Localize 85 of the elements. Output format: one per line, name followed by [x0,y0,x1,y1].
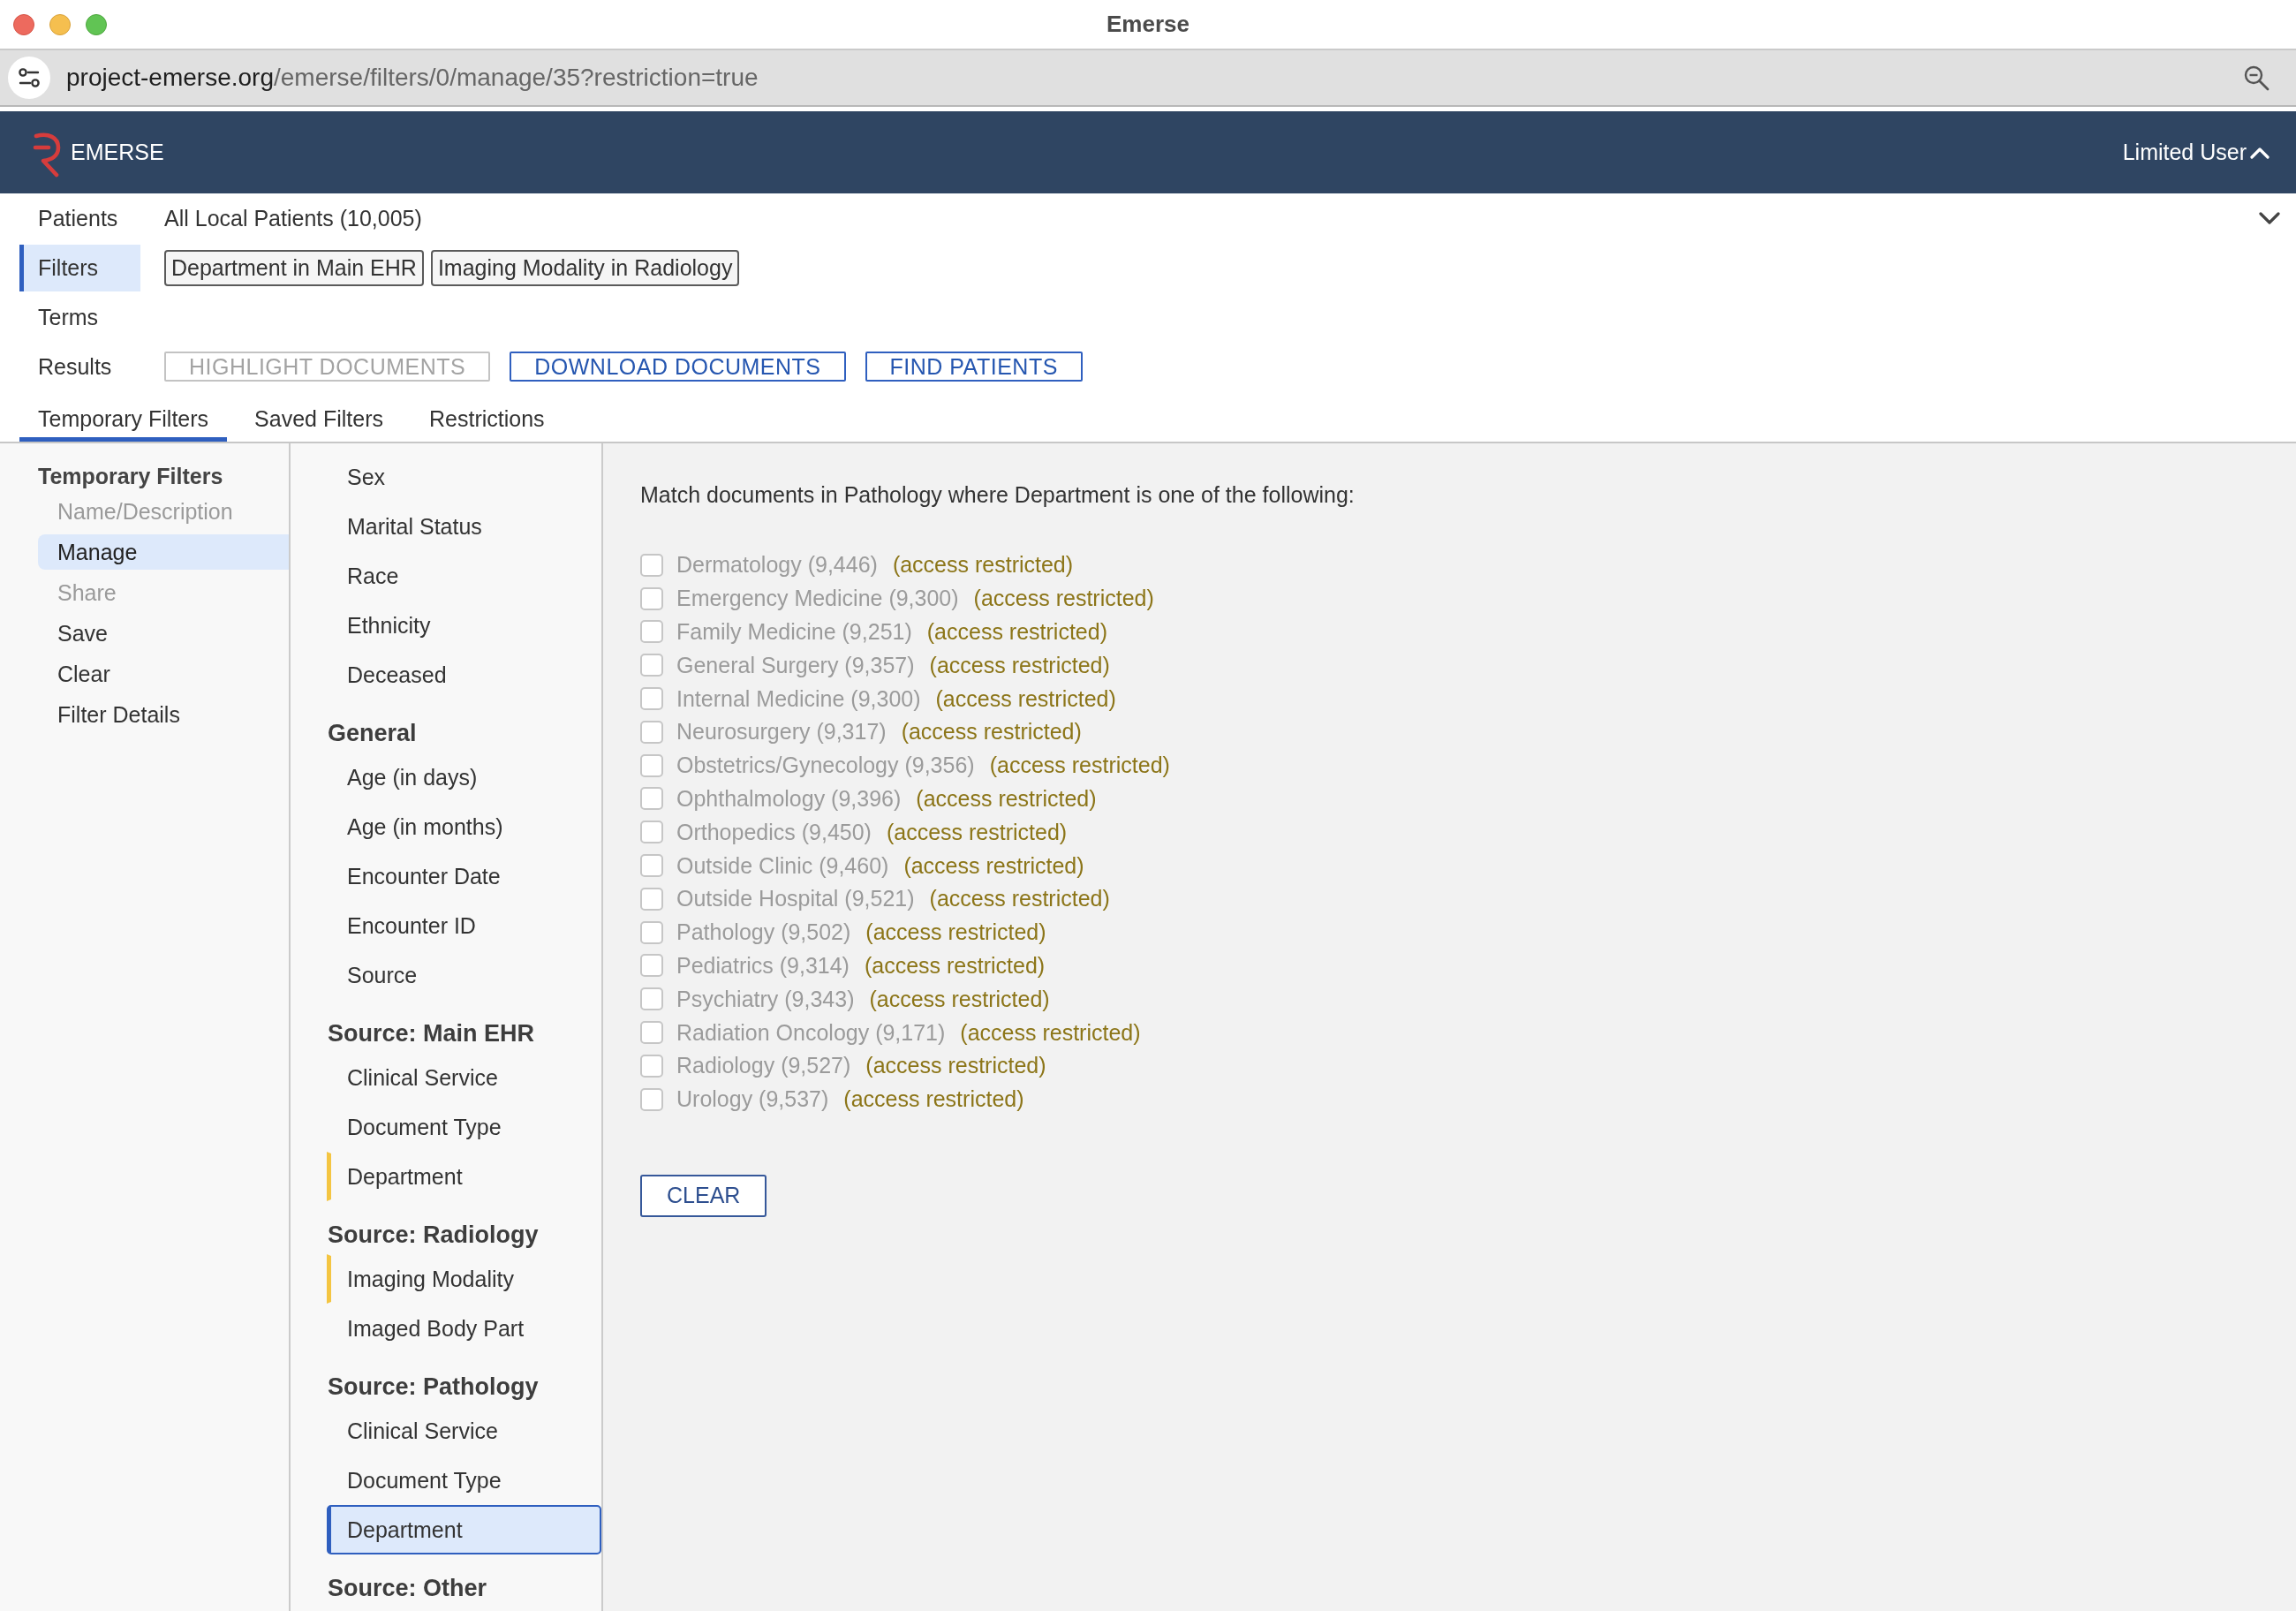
access-note: (access restricted) [865,1053,1046,1079]
option-label: Internal Medicine (9,300) [676,685,921,712]
access-note: (access restricted) [935,685,1116,712]
clear-button[interactable]: CLEAR [640,1174,767,1217]
field-group-heading: Source: Radiology [327,1221,540,1250]
access-note: (access restricted) [929,652,1110,678]
field-group-heading: Source: Pathology [327,1373,540,1402]
sliders-icon[interactable] [8,57,50,99]
option-label: Urology (9,537) [676,1086,829,1113]
option-label: Outside Clinic (9,460) [676,852,889,879]
caret-up-icon [2250,146,2270,159]
option-label: Family Medicine (9,251) [676,619,912,645]
window-close-button[interactable] [13,13,34,35]
brand-name: EMERSE [71,140,164,165]
window-zoom-button[interactable] [86,13,107,35]
access-note: (access restricted) [973,586,1154,612]
sidebar-item[interactable]: Manage [38,534,289,570]
sidebar-item[interactable]: Filter Details [38,697,289,732]
option-label: Obstetrics/Gynecology (9,356) [676,753,975,779]
query-nav-item[interactable]: Filters [19,244,140,291]
field-list-item[interactable]: Document Type [327,1102,601,1152]
field-list-item[interactable]: Age (in days) [327,753,601,802]
zoom-out-icon[interactable] [2243,64,2270,91]
logo-icon[interactable] [33,132,61,178]
url-text[interactable]: project-emerse.org/emerse/filters/0/manage/35?restriction=true [66,64,759,92]
access-note: (access restricted) [916,785,1097,812]
filter-description: Match documents in Pathology where Department is one of the following: [640,481,1356,508]
window-minimize-button[interactable] [49,13,71,35]
field-group-heading: Source: Other [327,1574,488,1603]
option-label: Pathology (9,502) [676,919,851,946]
access-note: (access restricted) [901,719,1082,745]
field-list-item[interactable]: Clinical Service [327,1406,601,1456]
field-list-item[interactable]: Clinical Service [327,1053,601,1102]
access-note: (access restricted) [929,886,1110,912]
field-group-heading: Source: Main EHR [327,1019,536,1048]
sidebar-item[interactable]: Save [38,616,289,651]
field-list-item[interactable]: Deceased [327,650,601,700]
option-label: Psychiatry (9,343) [676,986,855,1012]
field-group-heading: General [327,719,418,748]
user-menu-button[interactable]: Limited User [2122,140,2270,165]
option-label: Radiation Oncology (9,171) [676,1019,946,1046]
filter-tab[interactable]: Saved Filters [236,391,402,442]
option-label: Neurosurgery (9,317) [676,719,887,745]
patient-set-label[interactable]: All Local Patients (10,005) [164,205,422,231]
field-list-item[interactable]: Sex [327,452,601,502]
option-label: Ophthalmology (9,396) [676,785,902,812]
field-list-item[interactable]: Marital Status [327,502,601,551]
access-note: (access restricted) [843,1086,1024,1113]
sidebar-heading: Temporary Filters [37,463,224,490]
field-list-item[interactable]: Document Type [327,1456,601,1505]
filter-tab[interactable]: Restrictions [411,391,563,442]
results-action-button[interactable]: DOWNLOAD DOCUMENTS [510,352,846,382]
query-nav-item[interactable]: Results [19,343,140,390]
field-list-item[interactable]: Department [327,1505,601,1554]
access-note: (access restricted) [892,552,1074,579]
query-nav-item[interactable]: Patients [19,194,140,242]
field-list-item[interactable]: Imaged Body Part [327,1304,601,1353]
field-list-item[interactable]: Ethnicity [327,601,601,650]
filter-chip[interactable]: Department in Main EHR [164,249,424,286]
option-label: Emergency Medicine (9,300) [676,586,959,612]
option-label: Dermatology (9,446) [676,552,878,579]
access-note: (access restricted) [865,919,1046,946]
option-label: Pediatrics (9,314) [676,952,850,979]
access-note: (access restricted) [960,1019,1141,1046]
field-list-item[interactable]: Encounter Date [327,851,601,901]
access-note: (access restricted) [926,619,1107,645]
filter-chip[interactable]: Imaging Modality in Radiology [430,249,740,286]
sidebar-item[interactable]: Clear [38,656,289,692]
access-note: (access restricted) [903,852,1084,879]
field-list-item[interactable]: Encounter ID [327,901,601,950]
option-label: Outside Hospital (9,521) [676,886,915,912]
field-list-item[interactable]: Age (in months) [327,802,601,851]
access-note: (access restricted) [989,753,1170,779]
query-nav-item[interactable]: Terms [19,293,140,341]
access-note: (access restricted) [886,819,1068,845]
results-action-button[interactable]: FIND PATIENTS [865,352,1083,382]
window-title: Emerse [1106,11,1190,38]
field-list-item[interactable]: Source [327,950,601,1000]
option-label: Radiology (9,527) [676,1053,851,1079]
field-list-item[interactable]: Race [327,551,601,601]
option-label: Orthopedics (9,450) [676,819,872,845]
access-note: (access restricted) [864,952,1046,979]
access-note: (access restricted) [869,986,1050,1012]
option-label: General Surgery (9,357) [676,652,915,678]
chevron-down-icon[interactable] [2259,212,2280,224]
